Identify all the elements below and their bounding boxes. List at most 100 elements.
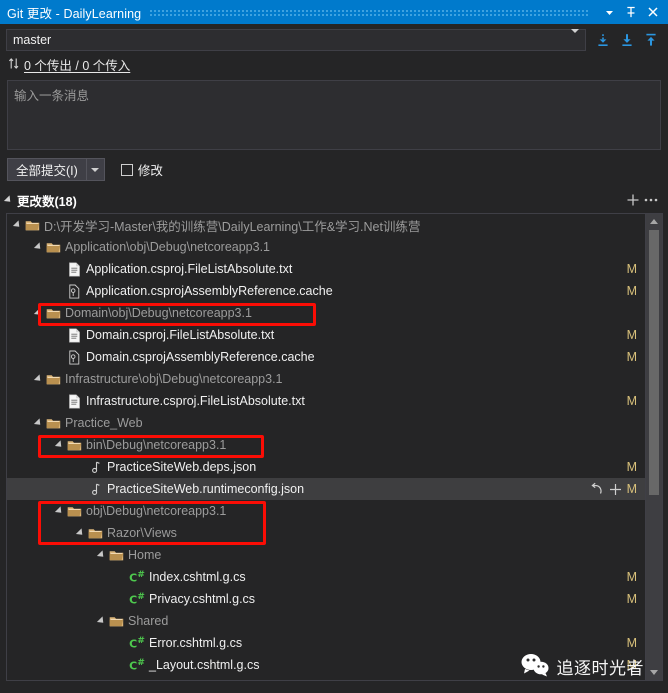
status-badge: M [626, 328, 637, 342]
plus-icon[interactable] [609, 483, 622, 496]
branch-select-value: master [13, 33, 52, 47]
amend-label: 修改 [137, 164, 163, 178]
tree-file-row[interactable]: C# Index.cshtml.g.cs M [7, 566, 645, 588]
tree-folder-row[interactable]: bin\Debug\netcoreapp3.1 [7, 434, 645, 456]
cache-file-icon [66, 349, 82, 365]
tree-folder-row[interactable]: D:\开发学习-Master\我的训练营\DailyLearning\工作&学习… [7, 214, 645, 236]
tree-folder-row[interactable]: Home [7, 544, 645, 566]
tree-file-row[interactable]: Domain.csprojAssemblyReference.cache M [7, 346, 645, 368]
ellipsis-icon[interactable] [642, 191, 660, 209]
tree-folder-row[interactable]: Infrastructure\obj\Debug\netcoreapp3.1 [7, 368, 645, 390]
plus-icon[interactable] [624, 191, 642, 209]
tree-file-row[interactable]: C# _Layout.cshtml.g.cs M [7, 654, 645, 676]
expander-triangle-icon[interactable] [75, 528, 86, 538]
expander-triangle-icon[interactable] [54, 440, 65, 450]
status-badge: M [626, 284, 637, 298]
branch-select[interactable]: master [6, 29, 586, 51]
scrollbar-thumb[interactable] [649, 230, 659, 495]
tree-folder-row[interactable]: Practice_Web [7, 412, 645, 434]
tree-item-label: Application\obj\Debug\netcoreapp3.1 [65, 240, 271, 254]
tree-file-row[interactable]: PracticeSiteWeb.runtimeconfig.json M [7, 478, 645, 500]
branch-actions [586, 29, 662, 51]
folder-icon [66, 437, 82, 453]
tree-item-label: bin\Debug\netcoreapp3.1 [86, 438, 227, 452]
status-badge: M [626, 262, 637, 276]
tree-folder-row[interactable]: Shared [7, 610, 645, 632]
row-status-group: M [627, 460, 637, 474]
csharp-file-icon: C# [129, 635, 145, 651]
tree-file-row[interactable]: Infrastructure.csproj.FileListAbsolute.t… [7, 390, 645, 412]
amend-checkbox[interactable] [120, 163, 133, 176]
outgoing-incoming-link[interactable]: 0 个传出 / 0 个传入 [24, 55, 130, 74]
expander-triangle-icon[interactable] [33, 374, 44, 384]
row-status-group: M [627, 592, 637, 606]
tree-item-label: Home [128, 548, 162, 562]
changes-tree-rows: D:\开发学习-Master\我的训练营\DailyLearning\工作&学习… [7, 214, 645, 680]
expander-triangle-icon[interactable] [96, 550, 107, 560]
status-badge: M [626, 636, 637, 650]
scroll-down-icon[interactable] [646, 665, 662, 680]
cache-file-icon [66, 283, 82, 299]
tree-item-label: obj\Debug\netcoreapp3.1 [86, 504, 227, 518]
tree-file-row[interactable]: C# Privacy.cshtml.g.cs M [7, 588, 645, 610]
commit-all-button[interactable]: 全部提交(I) [7, 158, 87, 181]
pin-icon[interactable] [620, 1, 642, 23]
csharp-file-icon: C# [129, 591, 145, 607]
tree-item-label: Shared [128, 614, 169, 628]
tree-folder-row[interactable]: obj\Debug\netcoreapp3.1 [7, 500, 645, 522]
changes-section-header[interactable]: 更改数(18) [0, 188, 668, 212]
expander-triangle-icon[interactable] [33, 242, 44, 252]
tree-item-label: Domain.csprojAssemblyReference.cache [86, 350, 315, 364]
tree-scrollbar[interactable] [645, 214, 662, 680]
tree-file-row[interactable]: Application.csprojAssemblyReference.cach… [7, 280, 645, 302]
tree-file-row[interactable]: Domain.csproj.FileListAbsolute.txt M [7, 324, 645, 346]
close-icon[interactable] [642, 1, 664, 23]
push-icon[interactable] [640, 29, 662, 51]
text-file-icon [66, 261, 82, 277]
sync-status-row: 0 个传出 / 0 个传入 [0, 51, 668, 77]
expander-triangle-icon[interactable] [12, 220, 23, 230]
row-status-group: M [627, 262, 637, 276]
commit-message-input[interactable]: 输入一条消息 [7, 80, 661, 150]
undo-icon[interactable] [590, 482, 604, 496]
row-status-group: M [627, 328, 637, 342]
tree-item-label: Razor\Views [107, 526, 177, 540]
folder-icon [45, 305, 61, 321]
tree-file-row[interactable]: PracticeSiteWeb.deps.json M [7, 456, 645, 478]
tree-item-label: _Layout.cshtml.g.cs [149, 658, 260, 672]
row-status-group: M [627, 394, 637, 408]
tree-item-label: Application.csprojAssemblyReference.cach… [86, 284, 333, 298]
status-badge: M [626, 350, 637, 364]
expander-triangle-icon[interactable] [54, 506, 65, 516]
status-badge: M [626, 592, 637, 606]
titlebar-drag-grip [149, 8, 590, 16]
scroll-up-icon[interactable] [646, 214, 662, 229]
tree-item-label: Domain\obj\Debug\netcoreapp3.1 [65, 306, 252, 320]
pull-icon[interactable] [616, 29, 638, 51]
csharp-file-icon: C# [129, 569, 145, 585]
tree-item-label: Error.cshtml.g.cs [149, 636, 243, 650]
folder-icon [108, 613, 124, 629]
amend-checkbox-group[interactable]: 修改 [120, 160, 163, 179]
tree-item-label: Privacy.cshtml.g.cs [149, 592, 256, 606]
row-status-group: M [627, 284, 637, 298]
expander-triangle-icon[interactable] [33, 418, 44, 428]
tree-file-row[interactable]: C# Error.cshtml.g.cs M [7, 632, 645, 654]
status-badge: M [626, 570, 637, 584]
tree-folder-row[interactable]: Domain\obj\Debug\netcoreapp3.1 [7, 302, 645, 324]
tree-item-label: Domain.csproj.FileListAbsolute.txt [86, 328, 275, 342]
commit-all-dropdown-button[interactable] [86, 158, 105, 181]
fetch-icon[interactable] [592, 29, 614, 51]
folder-icon [108, 547, 124, 563]
expander-triangle-icon[interactable] [96, 616, 107, 626]
folder-icon [45, 415, 61, 431]
tree-item-label: D:\开发学习-Master\我的训练营\DailyLearning\工作&学习… [44, 219, 421, 234]
tree-folder-row[interactable]: Razor\Views [7, 522, 645, 544]
tree-file-row[interactable]: Application.csproj.FileListAbsolute.txt M [7, 258, 645, 280]
chevron-expand-icon[interactable] [3, 195, 14, 205]
row-status-group: M [627, 570, 637, 584]
chevron-down-icon[interactable] [598, 1, 620, 23]
tree-folder-row[interactable]: Application\obj\Debug\netcoreapp3.1 [7, 236, 645, 258]
tree-item-label: PracticeSiteWeb.deps.json [107, 460, 257, 474]
expander-triangle-icon[interactable] [33, 308, 44, 318]
